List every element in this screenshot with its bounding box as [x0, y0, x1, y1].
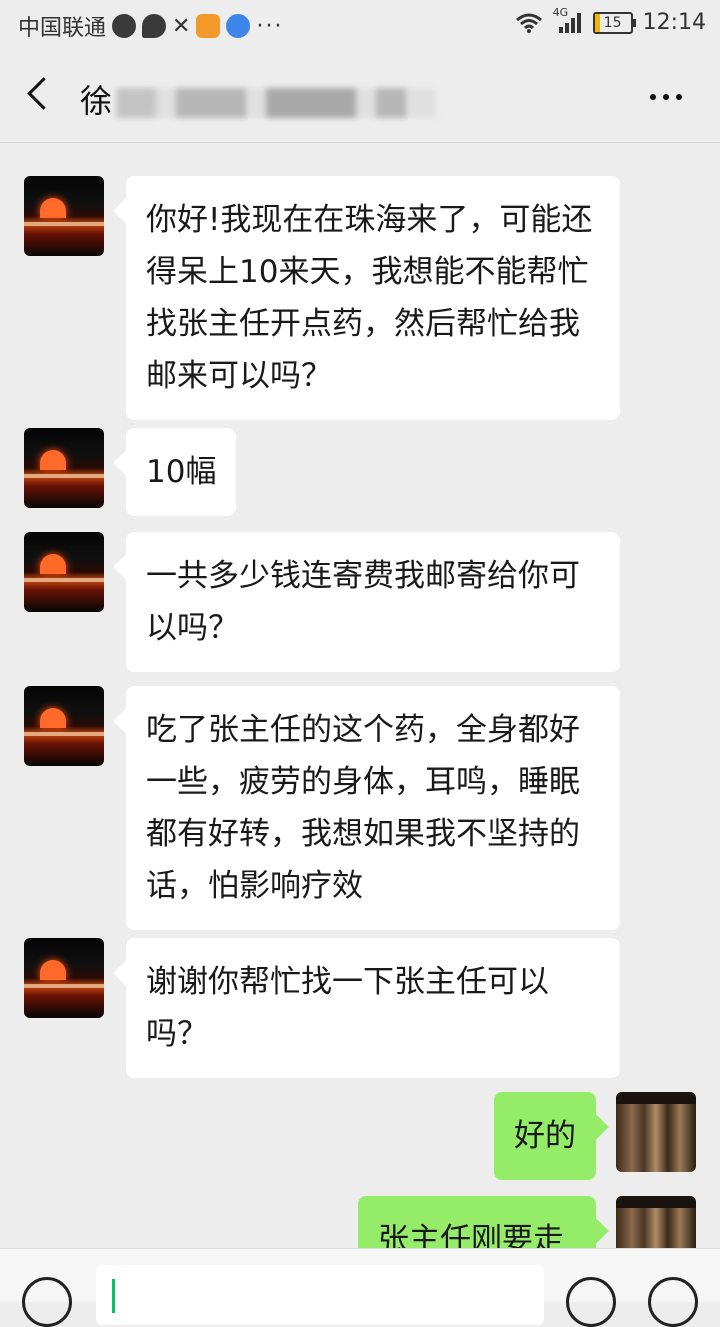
chat-notification-icon: [142, 14, 167, 38]
more-icon[interactable]: [650, 94, 682, 100]
missed-call-icon: ✕: [172, 13, 191, 39]
message-input[interactable]: [96, 1265, 544, 1325]
contact-avatar[interactable]: [24, 428, 104, 508]
chat-title: 徐: [80, 76, 437, 122]
carrier-name: 中国联通: [18, 16, 107, 41]
contact-avatar[interactable]: [24, 938, 104, 1018]
message-text: 吃了张主任的这个药，全身都好一些，疲劳的身体，耳鸣，睡眠都有好转，我想如果我不坚…: [146, 712, 580, 904]
wifi-icon: [515, 13, 542, 33]
status-bar-left: 中国联通 ✕ ···: [18, 10, 283, 42]
message-bubble[interactable]: 10幅: [126, 428, 237, 516]
message-text: 你好!我现在在珠海来了，可能还得呆上10来天，我想能不能帮忙找张主任开点药，然后…: [146, 202, 593, 394]
message-text: 好的: [514, 1118, 576, 1154]
clock: 12:14: [642, 10, 706, 35]
battery-icon: 15: [592, 11, 636, 34]
emoji-icon[interactable]: [566, 1277, 616, 1327]
battery-level: 15: [603, 14, 622, 31]
signal-icon: 4G: [553, 6, 583, 34]
message-bubble[interactable]: 一共多少钱连寄费我邮寄给你可以吗？: [126, 532, 620, 672]
more-notifications-icon: ···: [256, 13, 284, 39]
message-text: 谢谢你帮忙找一下张主任可以吗？: [146, 964, 549, 1052]
contact-avatar[interactable]: [24, 686, 104, 766]
back-icon[interactable]: [22, 76, 62, 116]
message-bubble[interactable]: 谢谢你帮忙找一下张主任可以吗？: [126, 938, 620, 1078]
my-avatar[interactable]: [616, 1092, 696, 1172]
message-bubble[interactable]: 你好!我现在在珠海来了，可能还得呆上10来天，我想能不能帮忙找张主任开点药，然后…: [126, 176, 620, 420]
message-bubble[interactable]: 吃了张主任的这个药，全身都好一些，疲劳的身体，耳鸣，睡眠都有好转，我想如果我不坚…: [126, 686, 620, 930]
input-bar: [0, 1248, 720, 1327]
video-app-icon: [196, 14, 221, 38]
chat-title-blurred: [116, 88, 437, 118]
text-cursor: [112, 1279, 115, 1313]
plus-icon[interactable]: [648, 1277, 698, 1327]
chat-header: 徐: [0, 50, 720, 143]
message-bubble-outgoing[interactable]: 好的: [494, 1092, 596, 1180]
message-text: 一共多少钱连寄费我邮寄给你可以吗？: [146, 558, 580, 646]
battery-fill: [594, 13, 600, 32]
app-notification-icon: [112, 14, 137, 38]
music-app-icon: [226, 14, 251, 38]
contact-avatar[interactable]: [24, 176, 104, 256]
status-bar-right: 4G 15 12:14: [515, 6, 706, 35]
message-text: 10幅: [146, 454, 217, 490]
chat-title-text: 徐: [80, 82, 113, 120]
voice-icon[interactable]: [22, 1277, 72, 1327]
status-bar: 中国联通 ✕ ··· 4G 15 12:14: [0, 0, 720, 50]
contact-avatar[interactable]: [24, 532, 104, 612]
